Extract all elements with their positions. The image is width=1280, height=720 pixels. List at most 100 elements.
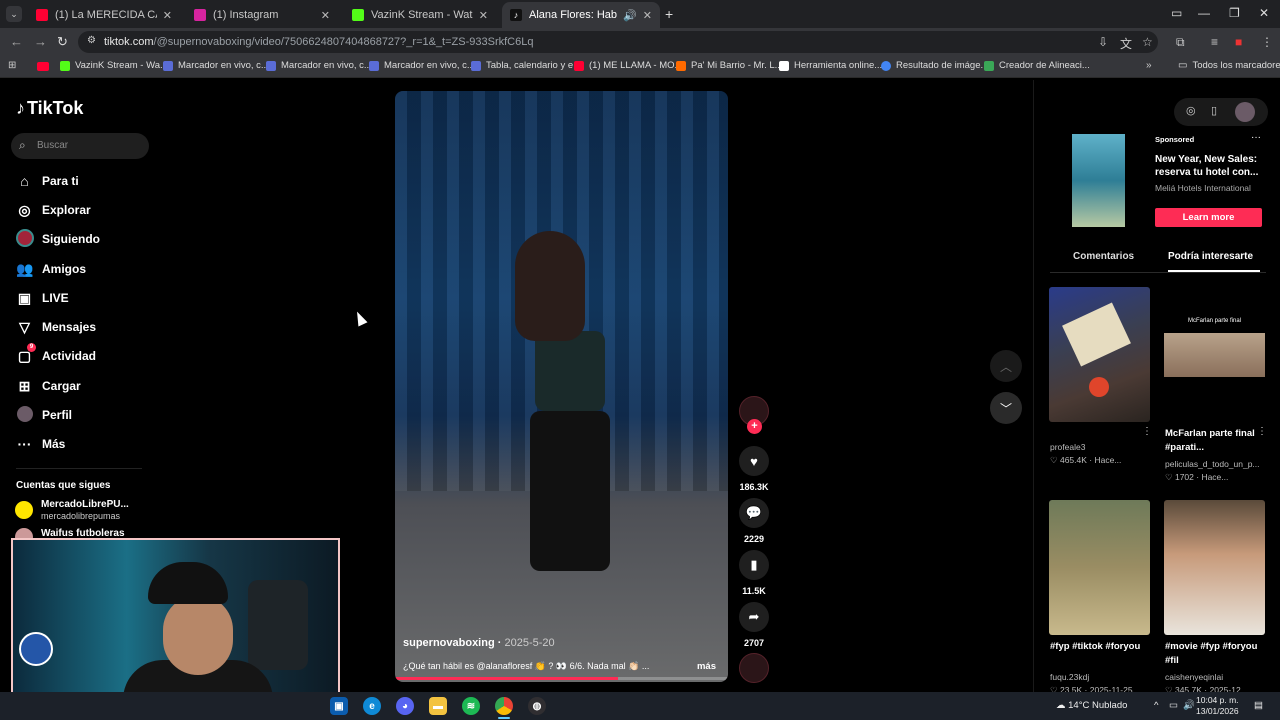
close-icon[interactable]: ✕ [643, 9, 652, 22]
nav-mas[interactable]: ··· Más [16, 434, 66, 454]
media-icon[interactable]: ≡ [1211, 35, 1218, 49]
volume-icon[interactable]: 🔊 [1183, 700, 1195, 711]
tab-podria-interesarte[interactable]: Podría interesarte [1168, 251, 1253, 262]
compass-icon[interactable]: ◎ [1186, 104, 1196, 117]
suggested-video-title[interactable]: #fyp #tiktok #foryou [1050, 640, 1150, 654]
show-hidden-icons[interactable]: ^ [1154, 700, 1158, 711]
nav-perfil[interactable]: Perfil [16, 405, 72, 425]
video-author[interactable]: supernovaboxing · 2025-5-20 [403, 637, 555, 649]
weather-widget[interactable]: ☁ 14°C Nublado [1056, 700, 1127, 711]
suggested-video-thumbnail[interactable] [1164, 500, 1265, 635]
follow-button[interactable]: + [747, 419, 762, 434]
profile-extension-icon[interactable]: ■ [1235, 35, 1242, 49]
back-icon[interactable]: ← [10, 34, 23, 49]
speaker-icon[interactable]: 🔊 [623, 9, 637, 22]
nav-amigos[interactable]: 👥 Amigos [16, 259, 86, 279]
card-more-icon[interactable]: ⋮ [1257, 426, 1267, 437]
bookmark-star-icon[interactable]: ☆ [1142, 35, 1153, 49]
suggested-video-title[interactable]: #movie #fyp #foryou #fil [1165, 640, 1265, 668]
card-more-icon[interactable]: ⋮ [1142, 426, 1152, 437]
network-icon[interactable]: ▭ [1169, 700, 1178, 711]
restore-icon[interactable]: ❐ [1229, 6, 1240, 20]
save-button[interactable]: ▮ [739, 550, 769, 580]
ad-title[interactable]: New Year, New Sales: reserva tu hotel co… [1155, 153, 1270, 179]
sound-avatar[interactable] [739, 653, 769, 683]
browser-tab-active[interactable]: ♪ Alana Flores: Habilidades y 🔊 ✕ [502, 2, 660, 28]
bookmark-item[interactable]: Herramienta online... [779, 60, 882, 71]
chrome-icon[interactable] [495, 697, 513, 715]
youtube-bookmark-icon[interactable] [37, 62, 49, 71]
tab-comentarios[interactable]: Comentarios [1073, 251, 1134, 262]
notifications-icon[interactable]: ▤ [1254, 700, 1263, 711]
share-button[interactable]: ➦ [739, 602, 769, 632]
file-explorer-icon[interactable]: ▬ [429, 697, 447, 715]
close-icon[interactable]: ✕ [479, 9, 488, 22]
suggested-video-user[interactable]: peliculas_d_todo_un_p... [1165, 459, 1265, 469]
extensions-icon[interactable]: ⧉ [1176, 35, 1185, 50]
bookmark-item[interactable]: Marcador en vivo, c... [369, 60, 475, 71]
all-bookmarks-folder[interactable]: ▭ Todos los marcadores [1178, 60, 1280, 71]
nav-mensajes[interactable]: ▽ Mensajes [16, 317, 96, 337]
suggested-video-user[interactable]: caishenyeqinlai [1165, 672, 1265, 682]
bookmark-item[interactable]: (1) ME LLAMA - MO... [574, 60, 682, 71]
close-window-icon[interactable]: ✕ [1259, 6, 1269, 20]
tiktok-logo[interactable]: ♪ TikTok [16, 98, 83, 119]
learn-more-button[interactable]: Learn more [1155, 208, 1262, 227]
ad-more-icon[interactable]: ··· [1251, 132, 1261, 143]
nav-para-ti[interactable]: ⌂ Para ti [16, 171, 78, 191]
browser-tab[interactable]: (1) Instagram ✕ [186, 2, 338, 28]
like-button[interactable]: ♥ [739, 446, 769, 476]
profile-avatar[interactable] [1235, 102, 1255, 122]
bookmark-item[interactable]: Resultado de imáge... [881, 60, 988, 71]
edge-icon[interactable]: e [363, 697, 381, 715]
bookmark-item[interactable]: VazinK Stream - Wa... [60, 60, 168, 71]
video-player[interactable]: supernovaboxing · 2025-5-20 ¿Qué tan háb… [395, 91, 728, 682]
new-tab-button[interactable]: + [665, 6, 673, 22]
more-bookmarks-icon[interactable]: » [1146, 60, 1152, 71]
site-info-icon[interactable]: ⚙ [87, 35, 96, 46]
apps-icon[interactable]: ⊞ [8, 60, 16, 71]
bookmark-item[interactable]: Marcador en vivo, c... [163, 60, 269, 71]
previous-video-button[interactable]: ︿ [990, 350, 1022, 382]
reload-icon[interactable]: ↻ [57, 34, 68, 50]
nav-cargar[interactable]: ⊞ Cargar [16, 376, 81, 396]
obs-icon[interactable]: ◍ [528, 697, 546, 715]
phone-icon[interactable]: ▯ [1211, 104, 1217, 117]
nav-siguiendo[interactable]: Siguiendo [16, 228, 100, 249]
ad-image[interactable] [1072, 134, 1125, 227]
tab-search-button[interactable]: ⌄ [6, 6, 22, 22]
bookmark-item[interactable]: Marcador en vivo, c... [266, 60, 372, 71]
browser-tab[interactable]: (1) La MERECIDA CAÍDA de ALA ✕ [28, 2, 180, 28]
translate-icon[interactable]: 文 [1120, 35, 1132, 52]
suggested-video-user[interactable]: profeale3 [1050, 442, 1150, 452]
suggested-video-thumbnail[interactable]: McFarlan parte final [1164, 287, 1265, 422]
video-progress[interactable] [395, 677, 728, 680]
suggested-video-user[interactable]: fuqu.23kdj [1050, 672, 1150, 682]
spotify-icon[interactable]: ≋ [462, 697, 480, 715]
store-icon[interactable]: ▣ [330, 697, 348, 715]
close-icon[interactable]: ✕ [163, 9, 172, 22]
bookmark-item[interactable]: Tabla, calendario y e... [471, 60, 581, 71]
forward-icon[interactable]: → [34, 34, 47, 49]
next-video-button[interactable]: ﹀ [990, 392, 1022, 424]
system-clock[interactable]: 10:04 p. m. 13/01/2026 [1196, 695, 1239, 717]
discord-icon[interactable]: ◕ [396, 697, 414, 715]
address-bar[interactable]: ⚙ tiktok.com/@supernovaboxing/video/7506… [78, 31, 1158, 53]
nav-explorar[interactable]: ◎ Explorar [16, 200, 90, 220]
bookmark-item[interactable]: Creador de Alineaci... [984, 60, 1090, 71]
nav-actividad[interactable]: ▢ 9 Actividad [16, 343, 96, 366]
followed-account-name[interactable]: MercadoLibrePU... [41, 499, 129, 510]
suggested-video-thumbnail[interactable] [1049, 500, 1150, 635]
suggested-video-title[interactable]: McFarlan parte final #parati... [1165, 427, 1265, 455]
avatar[interactable] [15, 501, 33, 519]
close-icon[interactable]: ✕ [321, 9, 330, 22]
tab-strip-icon[interactable]: ▭ [1171, 6, 1182, 20]
more-link[interactable]: más [697, 661, 716, 672]
suggested-video-thumbnail[interactable] [1049, 287, 1150, 422]
install-icon[interactable]: ⇩ [1098, 35, 1108, 49]
search-input[interactable]: ⌕ Buscar [11, 133, 149, 159]
comment-button[interactable]: 💬 [739, 498, 769, 528]
browser-tab[interactable]: VazinK Stream - Watch Live on ✕ [344, 2, 496, 28]
minimize-icon[interactable]: — [1198, 6, 1210, 20]
menu-icon[interactable]: ⋮ [1261, 35, 1273, 49]
